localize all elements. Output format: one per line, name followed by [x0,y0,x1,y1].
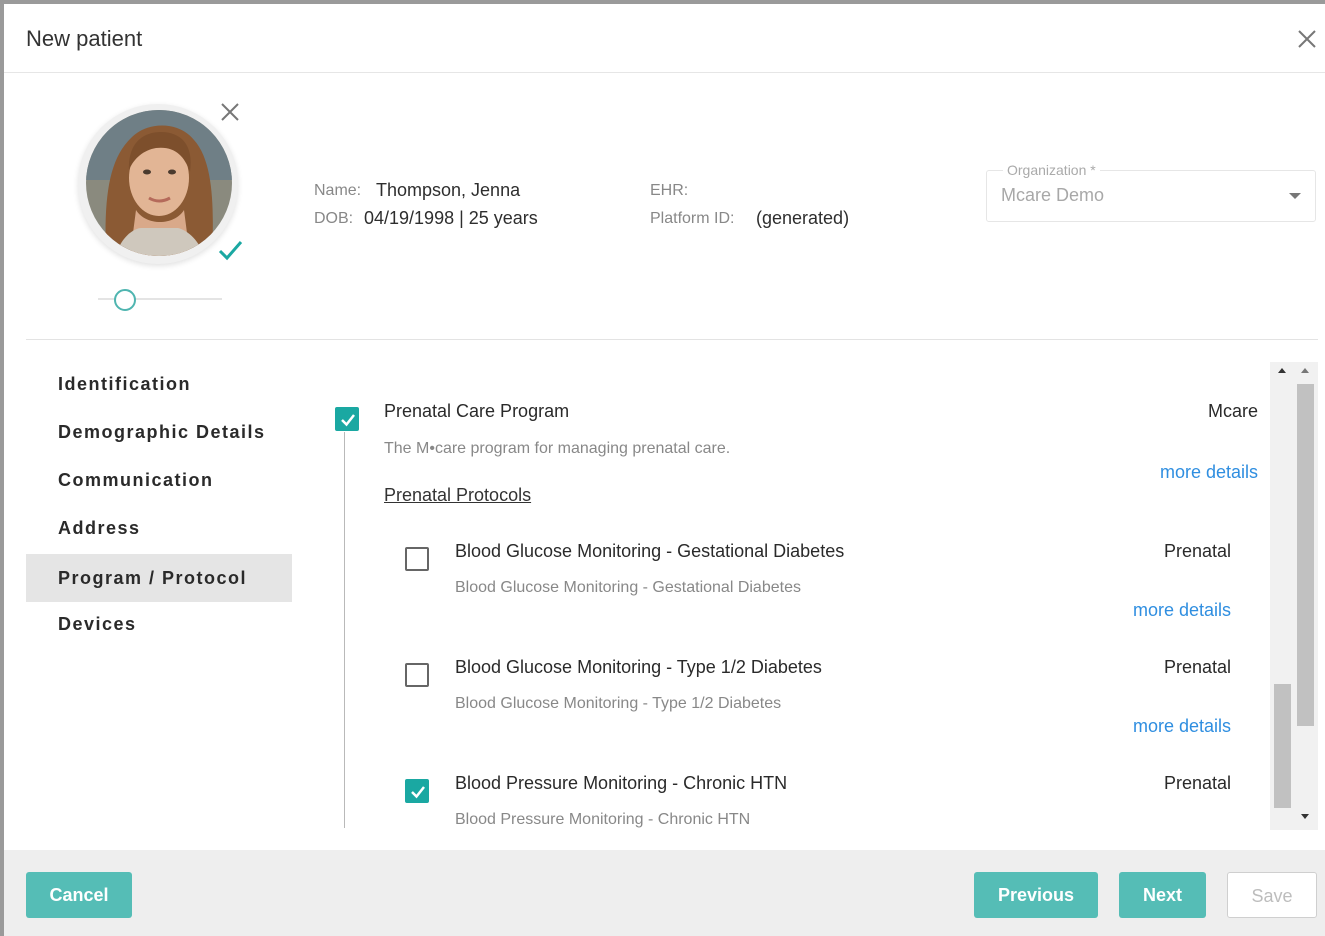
protocol-tag: Prenatal [1163,657,1231,677]
dialog-footer: Cancel Previous Next Save [4,850,1325,936]
nav-item-address[interactable]: Address [26,504,292,552]
organization-label: Organization * [1003,162,1100,178]
protocol-title: Blood Glucose Monitoring - Type 1/2 Diab… [455,657,822,677]
program-org: Mcare [1207,401,1258,421]
program-title: Prenatal Care Program [384,401,570,421]
avatar[interactable] [86,110,232,256]
patient-dob: 04/19/1998 | 25 years [364,208,538,228]
program-description: The M•care program for managing prenatal… [384,440,731,457]
protocol-checkbox[interactable] [405,779,429,803]
patient-name: Thompson, Jenna [376,180,521,200]
program-checkbox[interactable] [335,407,359,431]
scrollbar-thumb[interactable] [1274,684,1291,808]
nav-item-demographic-details[interactable]: Demographic Details [26,408,292,456]
protocol-title: Blood Glucose Monitoring - Gestational D… [455,541,845,561]
protocol-tag: Prenatal [1163,773,1231,793]
organization-value: Mcare Demo [1001,185,1105,205]
nav-item-program-protocol[interactable]: Program / Protocol [26,554,292,602]
protocol-description: Blood Glucose Monitoring - Type 1/2 Diab… [455,695,782,712]
scroll-down-arrow-icon[interactable] [1301,814,1309,819]
protocol-checkbox[interactable] [405,663,429,687]
ehr-label: EHR: [650,182,689,199]
photo-zoom-slider-handle[interactable] [114,289,136,311]
next-button[interactable]: Next [1119,872,1206,918]
nav-item-identification[interactable]: Identification [26,360,292,408]
protocol-description: Blood Pressure Monitoring - Chronic HTN [455,811,751,828]
name-label: Name: [314,182,362,199]
section-divider [26,339,1318,340]
dialog-header: New patient [4,4,1325,73]
protocol-more-details-link[interactable]: more details [1104,716,1231,737]
dob-label: DOB: [314,210,354,227]
protocol-title: Blood Pressure Monitoring - Chronic HTN [455,773,788,793]
new-patient-dialog: New patient Name: Thompson, Jenna DOB: 0… [4,4,1325,936]
nav-item-devices[interactable]: Devices [26,600,292,648]
confirm-photo-check-icon[interactable] [216,238,244,262]
protocol-more-details-link[interactable]: more details [1104,600,1231,621]
remove-photo-icon[interactable] [218,100,242,124]
protocol-checkbox[interactable] [405,547,429,571]
cancel-button[interactable]: Cancel [26,872,132,918]
dropdown-caret-icon [1289,193,1301,199]
scroll-up-arrow-icon[interactable] [1301,368,1309,373]
scrollbar-thumb[interactable] [1297,384,1314,726]
platform-id-label: Platform ID: [650,210,735,227]
protocol-description: Blood Glucose Monitoring - Gestational D… [455,579,801,596]
platform-id-value: (generated) [756,208,850,228]
avatar-frame [78,104,238,264]
save-button[interactable]: Save [1227,872,1317,918]
nav-item-communication[interactable]: Communication [26,456,292,504]
protocol-tag: Prenatal [1163,541,1231,561]
organization-select[interactable]: Organization * Mcare Demo [986,162,1316,222]
program-more-details-link[interactable]: more details [1134,462,1258,483]
close-icon[interactable] [1296,28,1318,50]
prenatal-protocols-link[interactable]: Prenatal Protocols [384,485,531,506]
program-tree-line [344,432,345,828]
previous-button[interactable]: Previous [974,872,1098,918]
dialog-title: New patient [26,26,143,51]
scroll-up-arrow-icon[interactable] [1278,368,1286,373]
